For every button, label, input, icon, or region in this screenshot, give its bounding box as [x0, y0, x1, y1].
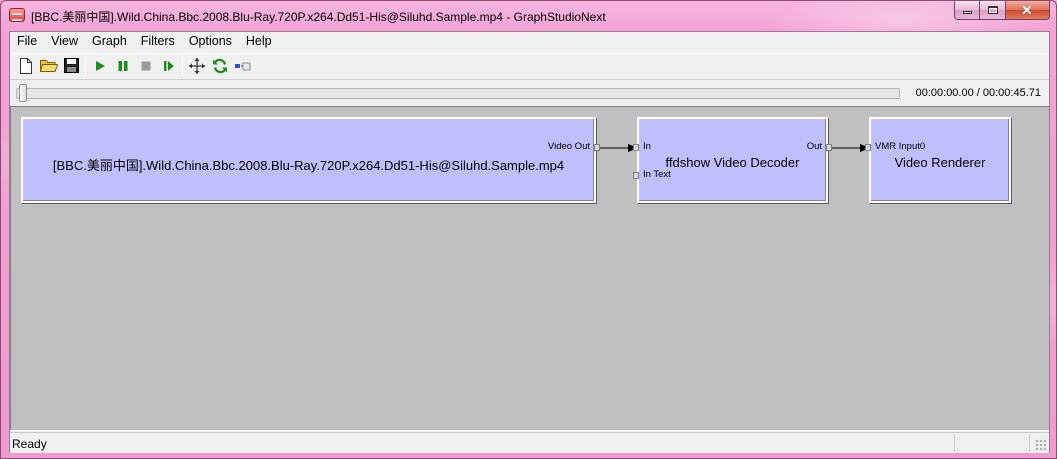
seek-slider-track[interactable] [16, 88, 900, 99]
seek-bar-row: 00:00:00.00 / 00:00:45.71 [10, 79, 1049, 105]
maximize-icon [988, 6, 998, 14]
save-disk-icon [64, 58, 79, 73]
menu-filters[interactable]: Filters [134, 32, 182, 52]
pause-icon [118, 60, 127, 71]
title-bar[interactable]: [BBC.美丽中国].Wild.China.Bbc.2008.Blu-Ray.7… [1, 1, 1056, 31]
seek-slider-thumb[interactable] [19, 84, 27, 102]
time-readout: 00:00:00.00 / 00:00:45.71 [915, 87, 1041, 99]
graphstudionext-app-icon[interactable] [9, 8, 25, 22]
seekbar-toggle-icon [234, 62, 250, 70]
status-pane-divider [954, 435, 955, 452]
filter-ffdshow-decoder[interactable]: In In Text ffdshow Video Decoder Out [633, 117, 832, 203]
status-pane-divider [1029, 435, 1030, 452]
filter-source-name: [BBC.美丽中国].Wild.China.Bbc.2008.Blu-Ray.7… [52, 158, 565, 173]
status-text: Ready [12, 437, 47, 451]
pin-label-in-text: In Text [643, 169, 671, 180]
pin-label-video-out: Video Out [547, 141, 590, 152]
arrange-button[interactable] [185, 55, 208, 77]
play-button[interactable] [88, 55, 111, 77]
play-icon [95, 60, 105, 71]
close-button[interactable]: ✕ [1006, 1, 1050, 20]
step-frame-button[interactable] [157, 55, 180, 77]
toolbar-separator [182, 56, 183, 75]
menu-options[interactable]: Options [182, 32, 239, 52]
toolbar-separator [85, 56, 86, 75]
filter-decoder-name: ffdshow Video Decoder [665, 155, 800, 170]
window-controls: ✕ [954, 1, 1050, 21]
menu-bar: File View Graph Filters Options Help [10, 32, 1049, 52]
resize-grip[interactable] [1035, 439, 1047, 451]
new-graph-button[interactable] [14, 55, 37, 77]
filter-renderer-name: Video Renderer [894, 155, 986, 170]
minimize-icon [963, 11, 972, 14]
refresh-button[interactable] [208, 55, 231, 77]
toolbar [10, 53, 1049, 77]
menu-view[interactable]: View [44, 32, 85, 52]
open-graph-button[interactable] [37, 55, 60, 77]
arrange-icon [188, 57, 205, 74]
maximize-button[interactable] [980, 1, 1006, 20]
frame-step-icon [163, 60, 174, 71]
close-icon: ✕ [1021, 2, 1033, 18]
pause-button[interactable] [111, 55, 134, 77]
pin-vmr-input0[interactable] [865, 144, 871, 151]
window-title: [BBC.美丽中国].Wild.China.Bbc.2008.Blu-Ray.7… [31, 10, 606, 24]
pin-video-out[interactable] [594, 144, 600, 151]
pin-out[interactable] [826, 144, 832, 151]
pin-in[interactable] [633, 144, 639, 151]
minimize-button[interactable] [954, 1, 980, 20]
graph-canvas[interactable]: [BBC.美丽中国].Wild.China.Bbc.2008.Blu-Ray.7… [10, 106, 1049, 430]
menu-graph[interactable]: Graph [85, 32, 134, 52]
menu-file[interactable]: File [10, 32, 44, 52]
pin-label-out: Out [806, 141, 822, 152]
filter-video-renderer[interactable]: VMR Input0 Video Renderer [865, 117, 1011, 203]
menu-help[interactable]: Help [239, 32, 279, 52]
pin-in-text[interactable] [633, 172, 639, 179]
status-bar: Ready [10, 432, 1049, 453]
client-area: File View Graph Filters Options Help 00:… [9, 31, 1050, 453]
open-folder-icon [39, 60, 58, 72]
refresh-icon [212, 58, 227, 73]
filter-source[interactable]: [BBC.美丽中国].Wild.China.Bbc.2008.Blu-Ray.7… [21, 117, 600, 203]
app-window: [BBC.美丽中国].Wild.China.Bbc.2008.Blu-Ray.7… [0, 0, 1057, 459]
stop-button[interactable] [134, 55, 157, 77]
pin-label-in: In [643, 141, 651, 152]
seek-mode-button[interactable] [231, 55, 254, 77]
stop-icon [141, 61, 150, 70]
new-document-icon [19, 57, 32, 74]
pin-label-vmr-input0: VMR Input0 [875, 141, 926, 152]
save-graph-button[interactable] [60, 55, 83, 77]
